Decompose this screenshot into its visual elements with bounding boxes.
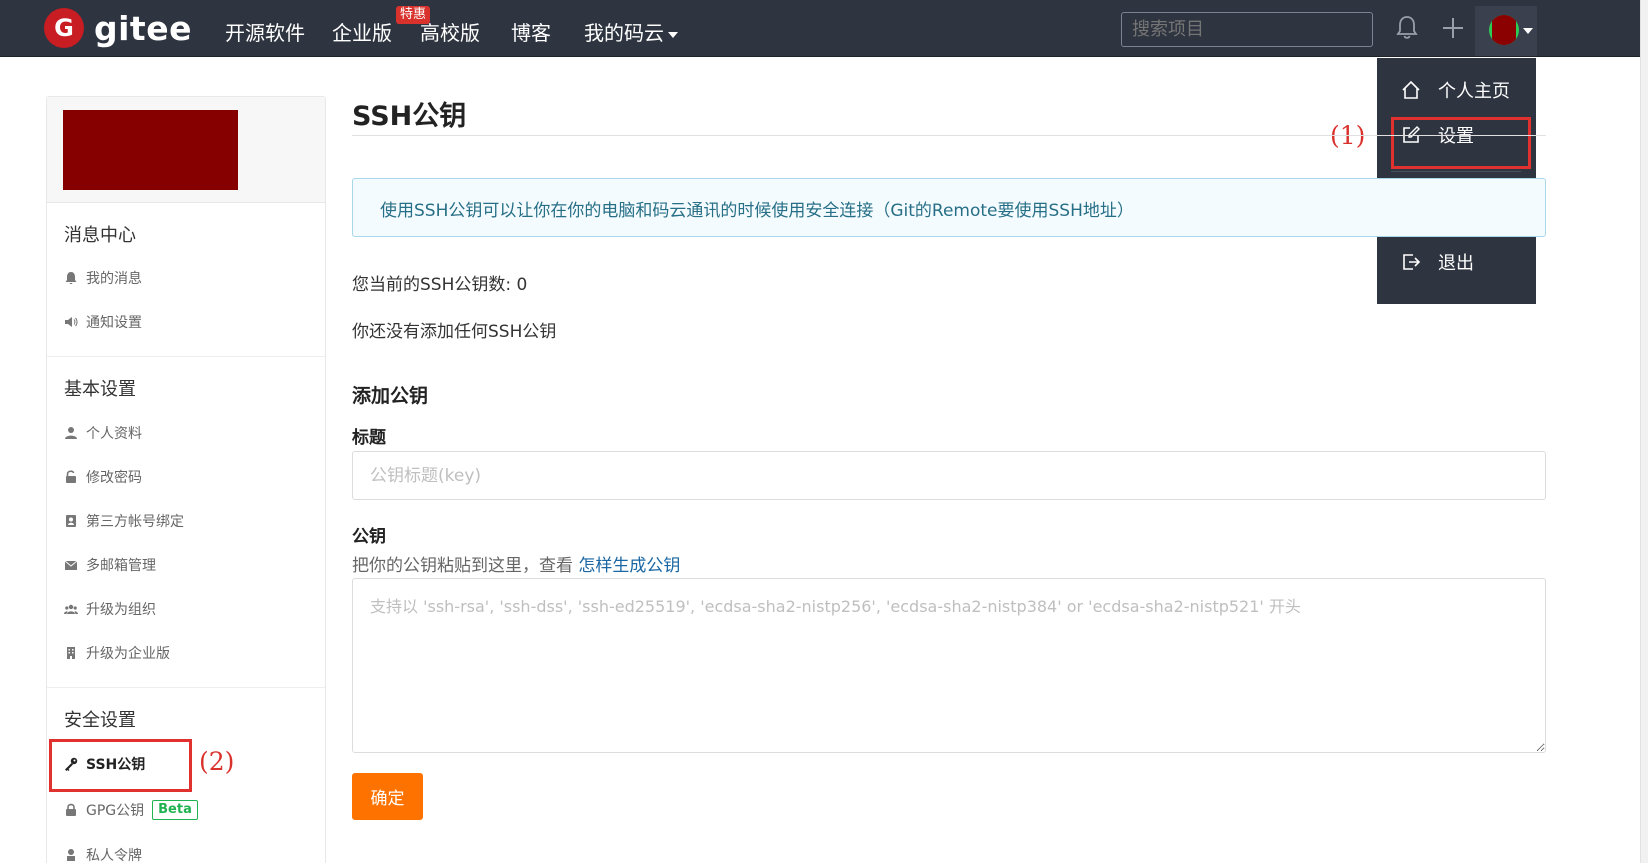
sidebar-item-third-party-binding[interactable]: 第三方帐号绑定 bbox=[64, 511, 184, 531]
highlight-box-settings bbox=[1391, 117, 1531, 169]
sidebar-item-private-token[interactable]: 私人令牌 bbox=[64, 845, 142, 863]
confirm-button[interactable]: 确定 bbox=[352, 773, 423, 820]
sidebar-group-title: 消息中心 bbox=[64, 225, 136, 246]
public-key-textarea[interactable] bbox=[352, 578, 1546, 753]
title-field-label: 标题 bbox=[352, 428, 386, 448]
menu-item-label: 个人主页 bbox=[1438, 81, 1510, 102]
top-nav-bar: G gitee 开源软件 企业版 特惠 高校版 博客 我的码云 bbox=[0, 0, 1640, 57]
menu-divider bbox=[1391, 171, 1521, 172]
home-icon bbox=[1402, 80, 1420, 99]
menu-item-logout[interactable]: 退出 bbox=[1401, 249, 1474, 275]
annotation-step-2: (2) bbox=[199, 747, 235, 776]
ssh-key-count: 您当前的SSH公钥数: 0 bbox=[352, 275, 528, 295]
sidebar-item-label: 第三方帐号绑定 bbox=[86, 514, 184, 530]
sidebar-group-title: 基本设置 bbox=[64, 379, 136, 400]
title-divider bbox=[352, 135, 1546, 136]
nav-education[interactable]: 高校版 bbox=[420, 17, 480, 46]
empty-state-text: 你还没有添加任何SSH公钥 bbox=[352, 322, 557, 342]
nav-blog[interactable]: 博客 bbox=[511, 17, 551, 46]
sidebar-group-title: 安全设置 bbox=[64, 710, 136, 731]
info-banner: 使用SSH公钥可以让你在你的电脑和码云通讯的时候使用安全连接（Git的Remot… bbox=[352, 178, 1546, 237]
sidebar-item-label: 个人资料 bbox=[86, 426, 142, 442]
page-scrollbar[interactable] bbox=[1640, 0, 1648, 863]
gitee-logo-mark: G bbox=[44, 8, 84, 48]
id-card-icon bbox=[66, 515, 76, 527]
sidebar-item-upgrade-organization[interactable]: 升级为组织 bbox=[64, 599, 156, 619]
menu-item-profile[interactable]: 个人主页 bbox=[1401, 77, 1510, 103]
sidebar-divider bbox=[47, 687, 325, 688]
key-hint: 把你的公钥粘贴到这里，查看 怎样生成公钥 bbox=[352, 551, 680, 576]
plus-icon[interactable] bbox=[1441, 16, 1465, 40]
sidebar-item-label: 通知设置 bbox=[86, 315, 142, 331]
sidebar-item-label: GPG公钥 bbox=[86, 803, 145, 819]
nav-my-gitee[interactable]: 我的码云 bbox=[584, 17, 678, 46]
sidebar-item-change-password[interactable]: 修改密码 bbox=[64, 467, 142, 487]
speaker-icon bbox=[65, 317, 78, 327]
gitee-logo[interactable]: G gitee bbox=[44, 8, 192, 48]
lock-icon bbox=[66, 803, 76, 816]
menu-item-label: 退出 bbox=[1438, 253, 1474, 274]
sidebar-item-email-management[interactable]: 多邮箱管理 bbox=[64, 555, 156, 575]
nav-my-gitee-label: 我的码云 bbox=[584, 21, 664, 45]
nav-open-source[interactable]: 开源软件 bbox=[225, 17, 305, 46]
avatar[interactable] bbox=[63, 110, 238, 190]
gitee-logo-text: gitee bbox=[94, 8, 192, 48]
search-input[interactable] bbox=[1121, 12, 1373, 47]
bell-icon bbox=[65, 272, 77, 285]
user-menu-toggle[interactable] bbox=[1475, 6, 1537, 56]
sidebar-item-label: 私人令牌 bbox=[86, 848, 142, 863]
sidebar-avatar-area bbox=[47, 97, 325, 203]
chevron-down-icon bbox=[1523, 28, 1533, 34]
sidebar-item-label: 升级为组织 bbox=[86, 602, 156, 618]
token-icon bbox=[67, 849, 75, 861]
key-hint-text: 把你的公钥粘贴到这里，查看 bbox=[352, 556, 579, 576]
add-key-heading: 添加公钥 bbox=[352, 385, 429, 407]
logout-icon bbox=[1403, 254, 1421, 270]
bell-icon[interactable] bbox=[1395, 15, 1419, 41]
beta-badge: Beta bbox=[152, 800, 198, 820]
envelope-icon bbox=[64, 560, 78, 570]
how-to-generate-key-link[interactable]: 怎样生成公钥 bbox=[578, 556, 680, 576]
sidebar-item-label: 修改密码 bbox=[86, 470, 142, 486]
nav-enterprise[interactable]: 企业版 bbox=[332, 17, 392, 46]
sidebar-item-gpg-keys[interactable]: GPG公钥 Beta bbox=[64, 800, 198, 820]
avatar bbox=[1489, 15, 1519, 45]
sidebar-item-profile[interactable]: 个人资料 bbox=[64, 423, 142, 443]
key-title-input[interactable] bbox=[352, 451, 1546, 500]
sidebar-item-label: 多邮箱管理 bbox=[86, 558, 156, 574]
highlight-box-ssh-keys bbox=[49, 739, 192, 792]
user-icon bbox=[65, 427, 77, 439]
chevron-down-icon bbox=[668, 31, 678, 38]
sidebar-divider bbox=[47, 356, 325, 357]
building-icon bbox=[67, 647, 75, 659]
sidebar-item-label: 升级为企业版 bbox=[86, 646, 170, 662]
sidebar-item-upgrade-enterprise[interactable]: 升级为企业版 bbox=[64, 643, 170, 663]
group-icon bbox=[64, 604, 78, 614]
page-title: SSH公钥 bbox=[352, 101, 467, 132]
sidebar-item-notification-settings[interactable]: 通知设置 bbox=[64, 312, 142, 332]
key-field-label: 公钥 bbox=[352, 527, 386, 547]
sidebar-item-my-messages[interactable]: 我的消息 bbox=[64, 268, 142, 288]
sidebar-item-label: 我的消息 bbox=[86, 271, 142, 287]
unlock-icon bbox=[66, 470, 76, 483]
